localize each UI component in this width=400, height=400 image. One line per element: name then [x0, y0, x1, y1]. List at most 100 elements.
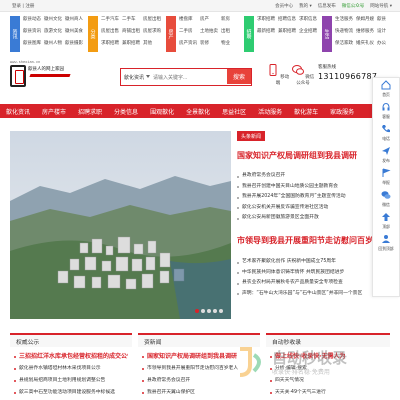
nav-link[interactable]: 婚庆礼仪 — [356, 40, 374, 47]
main-nav-item[interactable]: 招聘求职 — [72, 107, 108, 116]
news-item[interactable]: 艺术家齐聚歙化创作 庆祝新中国成立75周年 — [237, 257, 387, 268]
carousel-dot[interactable] — [219, 309, 223, 313]
login-register-links[interactable]: 登录 | 注册 — [12, 3, 34, 9]
nav-link[interactable]: 出租 — [221, 28, 239, 35]
headline-title[interactable]: 国家知识产权局调研组到我县调研 — [237, 150, 357, 161]
carousel-dots[interactable] — [195, 309, 223, 313]
nav-link[interactable]: 二手房 — [179, 28, 197, 35]
news-item[interactable]: 我县召开创建中国天目山地质公园主题教育会 — [237, 182, 387, 193]
carousel-dot[interactable] — [201, 309, 205, 313]
carousel-dot[interactable] — [195, 309, 199, 313]
wechat-link[interactable]: 微信公众号 — [342, 3, 365, 9]
news-item[interactable]: 歙化公安局新团徽旅游景区全面开放 — [237, 213, 387, 224]
panel-item[interactable]: 国家知识产权局调研组到我县调研 — [142, 351, 256, 363]
nav-link[interactable]: 办公 — [377, 40, 395, 47]
sidebar-item[interactable]: 客服 — [373, 100, 399, 122]
nav-link[interactable]: 土地拍卖 — [200, 28, 218, 35]
panel-title[interactable]: 自动秒收录 — [266, 333, 390, 347]
sidebar-item[interactable]: 发布 — [373, 144, 399, 166]
nav-link[interactable]: 最新招聘 — [257, 28, 275, 35]
panel-title[interactable]: 资新闻 — [138, 333, 260, 347]
nav-link[interactable]: 快递物流 — [335, 28, 353, 35]
nav-link[interactable]: 求职招聘 — [257, 16, 275, 23]
nav-link[interactable]: 二手车 — [122, 16, 140, 23]
main-nav-item[interactable]: 全景歙化 — [180, 107, 216, 116]
nav-link[interactable]: 设计 — [377, 28, 395, 35]
site-logo[interactable]: www.shexian.cn 歙县人的网上家园 — [10, 58, 78, 90]
nav-link[interactable]: 新房 — [221, 16, 239, 23]
nav-link[interactable]: 保洁家政 — [335, 40, 353, 47]
nav-link[interactable]: 旅游文化 — [44, 28, 62, 35]
nav-link[interactable]: 兼职招聘 — [278, 28, 296, 35]
news-item[interactable]: 中华民族共同体意识铸牢情怀 共筑民族团结进步 — [237, 268, 387, 279]
main-nav-item[interactable]: 歙化资讯 — [0, 107, 36, 116]
panel-item[interactable]: 分析·编辑·搜索 — [270, 363, 386, 375]
panel-item[interactable]: 三招招红洋水库承包经营权招租的成交公告 — [14, 351, 128, 363]
nav-link[interactable]: 徽州美食 — [65, 28, 83, 35]
panel-item[interactable]: 歙化县乔水镇塔坦村林木采伐项目公示 — [14, 363, 128, 375]
nav-link[interactable]: 徽州人物 — [44, 40, 62, 47]
main-nav-item[interactable]: 歙化游车 — [288, 107, 324, 116]
panel-item[interactable]: 县政府常务会议召开 — [142, 375, 256, 387]
nav-link[interactable]: 招聘信息 — [278, 16, 296, 23]
site-nav-link[interactable]: 网站导航 ▾ — [370, 3, 392, 9]
panel-item[interactable]: 四天天气情况 — [270, 375, 386, 387]
nav-link[interactable]: 维修服务 — [356, 28, 374, 35]
panel-item[interactable]: 县规划局招商项目土地利用规划调整公告 — [14, 375, 128, 387]
sidebar-item[interactable]: 电话 — [373, 122, 399, 144]
nav-link[interactable]: 歙县图库 — [23, 40, 41, 47]
nav-link[interactable]: 二手汽车 — [101, 16, 119, 23]
nav-link[interactable]: 房产 — [200, 16, 218, 23]
headline-photo[interactable] — [10, 131, 231, 319]
nav-link[interactable]: 兼职招聘 — [122, 40, 140, 47]
nav-link[interactable]: 房屋出租 — [143, 16, 161, 23]
nav-link[interactable]: 商铺出租 — [122, 28, 140, 35]
panel-item[interactable]: 市领导到我县开展重阳节走访慰问百岁老人 — [142, 363, 256, 375]
nav-link[interactable]: 歙县资讯 — [23, 28, 41, 35]
nav-link[interactable]: 房产资讯 — [179, 40, 197, 47]
panel-item[interactable]: 做上线快·收录快·无需人为 — [270, 351, 386, 363]
search-category-select[interactable]: 歙化资讯 — [124, 74, 151, 81]
news-item[interactable]: 声明：“石牛山大湾乐园”与“石牛山景区”并非同一个景区 — [237, 289, 387, 300]
nav-link[interactable]: 歙县 — [377, 16, 395, 23]
panel-item[interactable]: 天天关·49个天气三进行 — [270, 387, 386, 399]
carousel-dot[interactable] — [213, 309, 217, 313]
main-nav-item[interactable]: 思益社区 — [216, 107, 252, 116]
panel-item[interactable]: 歙三高中石至功能活动项目建设服务中标候选 — [14, 387, 128, 399]
nav-link[interactable]: 求职信息 — [299, 16, 317, 23]
search-button[interactable]: 搜索 — [227, 69, 251, 84]
headline-title-2[interactable]: 市领导到我县开展重阳节走访慰问百岁老人 — [237, 235, 389, 246]
carousel-dot[interactable] — [207, 309, 211, 313]
nav-link[interactable]: 企业招聘 — [299, 28, 317, 35]
nav-link[interactable]: 歙县动态 — [23, 16, 41, 23]
news-item[interactable]: 歙化公安机关开展反诈骗宣传进社区活动 — [237, 203, 387, 214]
sidebar-item[interactable]: 回到顶部 — [373, 232, 399, 254]
mobile-button[interactable]: 移动端 — [265, 64, 291, 86]
wechat-button[interactable]: 微信公众号 — [290, 64, 316, 86]
nav-link[interactable]: 徽州商人 — [65, 16, 83, 23]
nav-link[interactable]: 保姆月嫂 — [356, 16, 374, 23]
nav-link[interactable]: 物业 — [221, 40, 239, 47]
nav-link[interactable]: 房屋求购 — [143, 28, 161, 35]
sidebar-item[interactable]: 举报 — [373, 166, 399, 188]
publish-link[interactable]: 信息发布 — [318, 3, 336, 9]
nav-link[interactable]: 房屋出售 — [101, 28, 119, 35]
main-nav-item[interactable]: 围观歙化 — [144, 107, 180, 116]
nav-link[interactable]: 其他 — [143, 40, 161, 47]
news-item[interactable]: 县农业农村局开展秋冬农产品质量安全专项检查 — [237, 278, 387, 289]
nav-link[interactable]: 楼盘库 — [179, 16, 197, 23]
search-input[interactable] — [153, 72, 223, 83]
news-item[interactable]: 我县开展2024年“全国国防教育月”主题宣传活动 — [237, 192, 387, 203]
nav-link[interactable]: 装修 — [200, 40, 218, 47]
nav-link[interactable]: 徽州文化 — [44, 16, 62, 23]
nav-link[interactable]: 歙县摄影 — [65, 40, 83, 47]
main-nav-item[interactable]: 分类信息 — [108, 107, 144, 116]
main-nav-item[interactable]: 家政服务 — [324, 107, 360, 116]
nav-link[interactable]: 生活服务 — [335, 16, 353, 23]
panel-title[interactable]: 权威公示 — [10, 333, 132, 347]
main-nav-item[interactable]: 房产楼市 — [36, 107, 72, 116]
main-nav-item[interactable]: 活动服务 — [252, 107, 288, 116]
panel-item[interactable]: 我县召开天翼山保护区 — [142, 387, 256, 399]
nav-link[interactable]: 求职招聘 — [101, 40, 119, 47]
sidebar-item[interactable]: 顶部 — [373, 210, 399, 232]
